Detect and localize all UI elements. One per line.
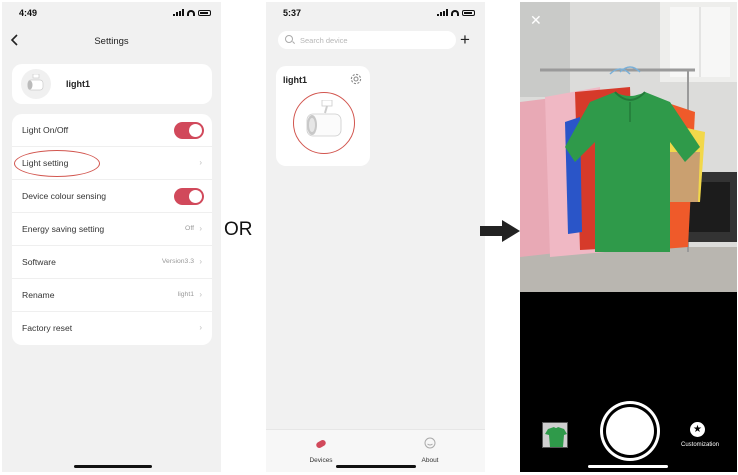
device-card[interactable]: light1 bbox=[12, 64, 212, 104]
home-indicator bbox=[588, 465, 668, 468]
status-icons bbox=[437, 9, 475, 16]
chevron-right-icon: › bbox=[199, 290, 202, 299]
status-bar: 4:49 bbox=[2, 2, 221, 24]
toggle-knob bbox=[189, 124, 202, 137]
search-placeholder: Search device bbox=[300, 36, 348, 45]
settings-row[interactable]: Energy saving setting Off › bbox=[12, 213, 212, 246]
toggle-switch[interactable] bbox=[174, 122, 204, 139]
row-label: Rename bbox=[22, 290, 55, 300]
device-tile[interactable]: light1 bbox=[276, 66, 370, 166]
status-bar: 5:37 bbox=[266, 2, 485, 24]
right-arrow-icon bbox=[480, 220, 520, 242]
camera-preview: ✕ bbox=[520, 2, 737, 292]
nav-bar: Settings bbox=[2, 30, 221, 52]
status-time: 5:37 bbox=[283, 8, 302, 18]
signal-icon bbox=[437, 9, 448, 16]
settings-screen: 4:49 Settings light1 Light On/Off Light s… bbox=[2, 2, 221, 472]
track-light-icon bbox=[21, 69, 51, 99]
tab-label: About bbox=[421, 457, 439, 464]
home-indicator bbox=[336, 465, 416, 468]
gear-icon[interactable] bbox=[349, 72, 363, 86]
row-value: light1 bbox=[177, 291, 194, 298]
home-indicator bbox=[74, 465, 152, 468]
row-value: Version3.3 bbox=[161, 258, 194, 265]
chevron-right-icon: › bbox=[199, 224, 202, 233]
row-value: Off bbox=[185, 225, 194, 232]
settings-row[interactable]: Rename light1 › bbox=[12, 279, 212, 312]
device-highlight-circle bbox=[293, 92, 355, 154]
capsule-icon bbox=[316, 440, 326, 448]
row-label: Energy saving setting bbox=[22, 224, 105, 234]
settings-row[interactable]: Light On/Off bbox=[12, 114, 212, 147]
battery-icon bbox=[198, 9, 211, 16]
row-label: Device colour sensing bbox=[22, 191, 107, 201]
settings-row[interactable]: Device colour sensing bbox=[12, 180, 212, 213]
status-time: 4:49 bbox=[19, 8, 38, 18]
page-title: Settings bbox=[94, 36, 129, 47]
row-label: Software bbox=[22, 257, 56, 267]
wifi-icon bbox=[451, 9, 459, 16]
customization-star-icon[interactable]: ★ bbox=[690, 422, 705, 437]
close-icon[interactable]: ✕ bbox=[530, 12, 542, 29]
battery-icon bbox=[462, 9, 475, 16]
settings-row[interactable]: Software Version3.3 › bbox=[12, 246, 212, 279]
chevron-right-icon: › bbox=[199, 158, 202, 167]
gallery-thumbnail[interactable] bbox=[542, 422, 568, 448]
tab-label: Devices bbox=[309, 457, 333, 464]
row-label: Factory reset bbox=[22, 323, 73, 333]
device-name: light1 bbox=[66, 79, 90, 89]
status-icons bbox=[173, 9, 211, 16]
tab-about[interactable]: About bbox=[405, 436, 455, 464]
camera-screen: ✕ ★ Customization bbox=[520, 2, 737, 472]
tab-devices[interactable]: Devices bbox=[296, 436, 346, 464]
toggle-switch[interactable] bbox=[174, 188, 204, 205]
settings-row[interactable]: Factory reset › bbox=[12, 312, 212, 345]
wifi-icon bbox=[187, 9, 195, 16]
signal-icon bbox=[173, 9, 184, 16]
customization-label: Customization bbox=[680, 442, 719, 448]
or-separator: OR bbox=[224, 219, 253, 240]
search-input[interactable]: Search device bbox=[278, 31, 456, 49]
add-device-icon[interactable]: + bbox=[455, 30, 475, 50]
chevron-right-icon: › bbox=[199, 323, 202, 332]
settings-row[interactable]: Light setting › bbox=[12, 147, 212, 180]
smiley-icon bbox=[424, 437, 436, 449]
row-label: Light On/Off bbox=[22, 125, 69, 135]
toggle-knob bbox=[189, 190, 202, 203]
row-label: Light setting bbox=[22, 158, 69, 168]
search-icon bbox=[285, 35, 293, 43]
devices-screen: 5:37 Search device + light1 Devices Abou… bbox=[266, 2, 485, 472]
chevron-right-icon: › bbox=[199, 257, 202, 266]
settings-list: Light On/Off Light setting › Device colour … bbox=[12, 114, 212, 345]
track-light-icon bbox=[306, 100, 342, 137]
device-name: light1 bbox=[283, 75, 307, 85]
shutter-button[interactable] bbox=[606, 407, 654, 455]
